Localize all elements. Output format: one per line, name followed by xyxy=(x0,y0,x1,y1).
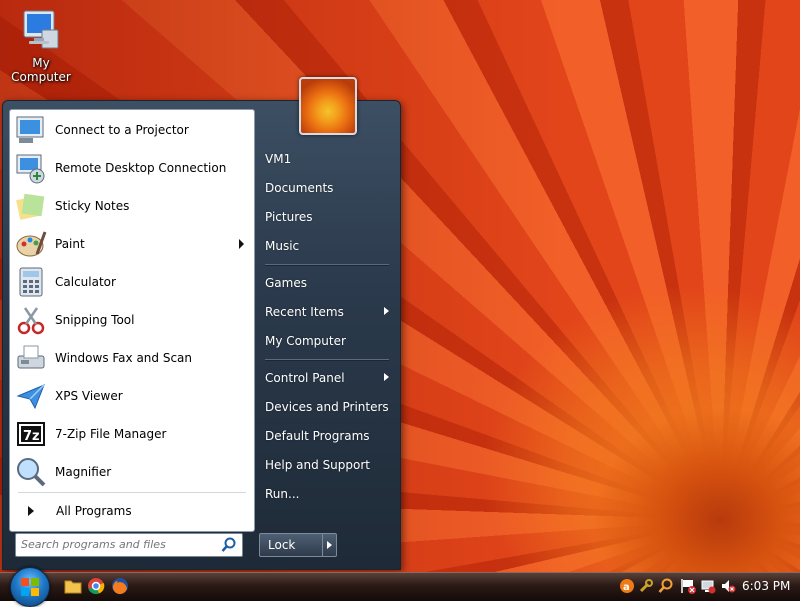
place-devices-printers[interactable]: Devices and Printers xyxy=(257,393,397,421)
place-control-panel[interactable]: Control Panel xyxy=(257,364,397,392)
arrow-right-icon xyxy=(327,541,332,549)
avast-icon[interactable]: a xyxy=(619,578,635,594)
xps-icon xyxy=(15,380,47,412)
all-programs-button[interactable]: All Programs xyxy=(12,496,252,526)
volume-icon[interactable] xyxy=(720,578,736,594)
desktop-icon-my-computer[interactable]: My Computer xyxy=(2,8,80,84)
place-help-support[interactable]: Help and Support xyxy=(257,451,397,479)
start-button[interactable] xyxy=(10,567,50,607)
place-vm1[interactable]: VM1 xyxy=(257,145,397,173)
program-connect-projector[interactable]: Connect to a Projector xyxy=(12,112,252,148)
place-recent-items[interactable]: Recent Items xyxy=(257,298,397,326)
paint-icon xyxy=(15,228,47,260)
place-pictures[interactable]: Pictures xyxy=(257,203,397,231)
scissors-icon xyxy=(15,304,47,336)
search-icon[interactable] xyxy=(658,578,674,594)
network-icon[interactable] xyxy=(700,578,716,594)
place-documents[interactable]: Documents xyxy=(257,174,397,202)
windows-logo-icon xyxy=(20,577,40,597)
submenu-arrow-icon xyxy=(384,373,389,381)
lock-button[interactable]: Lock xyxy=(260,534,323,556)
programs-pane: Connect to a Projector Remote Desktop Co… xyxy=(9,109,255,532)
chrome-icon[interactable] xyxy=(87,577,105,595)
fax-icon xyxy=(15,342,47,374)
place-games[interactable]: Games xyxy=(257,269,397,297)
program-remote-desktop[interactable]: Remote Desktop Connection xyxy=(12,150,252,186)
program-snipping-tool[interactable]: Snipping Tool xyxy=(12,302,252,338)
remote-desktop-icon xyxy=(15,152,47,184)
program-fax-scan[interactable]: Windows Fax and Scan xyxy=(12,340,252,376)
start-menu: Connect to a Projector Remote Desktop Co… xyxy=(2,77,401,570)
projector-icon xyxy=(15,114,47,146)
program-magnifier[interactable]: Magnifier xyxy=(12,454,252,490)
tools-icon[interactable] xyxy=(638,578,654,594)
place-my-computer[interactable]: My Computer xyxy=(257,327,397,355)
shutdown-options-button[interactable] xyxy=(323,534,336,556)
desktop-icon-label: My Computer xyxy=(11,56,71,84)
place-default-programs[interactable]: Default Programs xyxy=(257,422,397,450)
computer-icon xyxy=(20,8,62,49)
program-calculator[interactable]: Calculator xyxy=(12,264,252,300)
submenu-arrow-icon xyxy=(239,239,244,249)
place-music[interactable]: Music xyxy=(257,232,397,260)
place-run[interactable]: Run... xyxy=(257,480,397,508)
magnifier-icon xyxy=(15,456,47,488)
programs-separator xyxy=(18,492,246,493)
places-separator xyxy=(265,264,389,266)
program-paint[interactable]: Paint xyxy=(12,226,252,262)
program-7zip[interactable]: 7z 7-Zip File Manager xyxy=(12,416,252,452)
firefox-icon[interactable] xyxy=(111,577,129,595)
search-icon[interactable] xyxy=(221,537,237,553)
flag-icon[interactable] xyxy=(680,578,696,594)
svg-text:7z: 7z xyxy=(23,429,40,444)
taskbar-clock[interactable]: 6:03 PM xyxy=(742,579,790,593)
program-sticky-notes[interactable]: Sticky Notes xyxy=(12,188,252,224)
user-picture[interactable] xyxy=(299,77,357,135)
places-separator xyxy=(265,359,389,361)
sticky-notes-icon xyxy=(15,190,47,222)
7zip-icon: 7z xyxy=(15,418,47,450)
search-input[interactable] xyxy=(16,534,217,554)
program-xps-viewer[interactable]: XPS Viewer xyxy=(12,378,252,414)
search-box xyxy=(15,533,243,557)
folder-icon[interactable] xyxy=(64,577,82,595)
arrow-right-icon xyxy=(28,506,34,516)
svg-text:a: a xyxy=(623,582,630,593)
submenu-arrow-icon xyxy=(384,307,389,315)
lock-button-group: Lock xyxy=(259,533,337,557)
calculator-icon xyxy=(15,266,47,298)
